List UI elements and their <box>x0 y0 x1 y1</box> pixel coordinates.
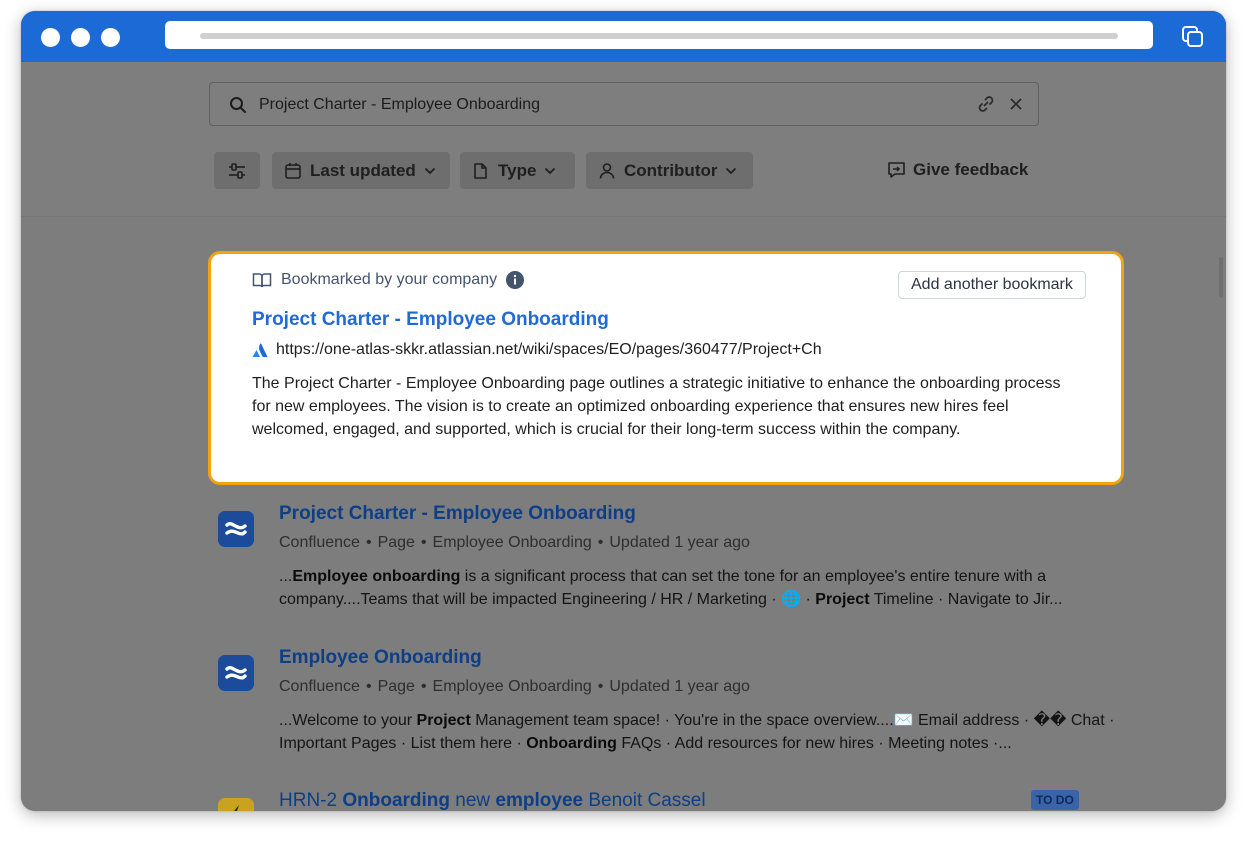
address-placeholder-bar <box>200 33 1118 39</box>
search-input[interactable]: Project Charter - Employee Onboarding <box>209 82 1039 126</box>
result-meta: Confluence • Page • Employee Onboarding • Upda… <box>279 534 750 551</box>
chevron-down-icon <box>545 167 556 174</box>
title-bar <box>21 11 1226 62</box>
bookmark-header-label: Bookmarked by your company <box>281 271 498 288</box>
search-icon <box>230 97 246 113</box>
search-header: Project Charter - Employee Onboarding La… <box>21 62 1226 217</box>
contributor-filter[interactable]: Contributor <box>586 152 753 189</box>
bookmark-url-text[interactable]: https://one-atlas-skkr.atlassian.net/wik… <box>276 341 822 359</box>
result-title-link[interactable]: HRN-2 Onboarding new employee Benoit Cas… <box>279 790 706 811</box>
bookmark-description: The Project Charter - Employee Onboardin… <box>252 375 1061 438</box>
bookmark-title-link[interactable]: Project Charter - Employee Onboarding <box>252 309 609 331</box>
add-another-bookmark-button[interactable]: Add another bookmark <box>898 271 1086 299</box>
result-snippet: ...Employee onboarding is a significant … <box>279 568 1063 608</box>
chevron-down-icon <box>726 167 737 174</box>
result-type: Page <box>377 678 415 695</box>
result-updated: Updated 1 year ago <box>609 534 750 551</box>
type-filter[interactable]: Type <box>460 152 575 189</box>
result-meta: Confluence • Page • Employee Onboarding • Upda… <box>279 678 750 695</box>
feedback-icon <box>888 162 905 178</box>
sliders-icon <box>229 162 245 179</box>
clear-icon[interactable] <box>1010 98 1022 110</box>
give-feedback-button[interactable]: Give feedback <box>887 160 1028 180</box>
filter-settings-button[interactable] <box>214 152 260 189</box>
result-title-link[interactable]: Project Charter - Employee Onboarding <box>279 503 636 525</box>
jira-icon <box>218 798 254 811</box>
search-query[interactable]: Project Charter - Employee Onboarding <box>259 96 540 114</box>
result-updated: Updated 1 year ago <box>609 678 750 695</box>
confluence-icon <box>218 655 254 691</box>
calendar-icon <box>285 162 301 179</box>
result-snippet: ...Welcome to your Project Management te… <box>279 712 1115 752</box>
atlassian-logo-icon <box>252 343 268 357</box>
address-bar[interactable] <box>165 21 1153 49</box>
result-space: Employee Onboarding <box>432 678 592 695</box>
type-label: Type <box>498 160 537 180</box>
window-minimize-dot[interactable] <box>71 28 90 47</box>
last-updated-label: Last updated <box>310 160 416 180</box>
browser-window: Project Charter - Employee Onboarding La… <box>21 11 1226 811</box>
person-icon <box>599 162 615 179</box>
result-title-link[interactable]: Employee Onboarding <box>279 647 482 669</box>
result-type: Page <box>377 534 415 551</box>
bookmark-url[interactable]: https://one-atlas-skkr.atlassian.net/wik… <box>252 341 822 359</box>
link-icon[interactable] <box>977 95 995 113</box>
window-maximize-dot[interactable] <box>101 28 120 47</box>
globe-icon: 🌐 <box>781 591 802 608</box>
search-page: Project Charter - Employee Onboarding La… <box>21 62 1226 811</box>
document-icon <box>474 162 487 179</box>
give-feedback-label: Give feedback <box>913 160 1029 179</box>
scrollbar-thumb[interactable] <box>1219 257 1223 297</box>
contributor-label: Contributor <box>624 160 718 180</box>
company-bookmark-card[interactable]: Bookmarked by your company Add another b… <box>208 251 1124 485</box>
last-updated-filter[interactable]: Last updated <box>272 152 450 189</box>
window-close-dot[interactable] <box>41 28 60 47</box>
result-product: Confluence <box>279 678 360 695</box>
result-product: Confluence <box>279 534 360 551</box>
chevron-down-icon <box>424 167 435 174</box>
status-badge: TO DO <box>1031 790 1079 810</box>
result-space: Employee Onboarding <box>432 534 592 551</box>
confluence-icon <box>218 511 254 547</box>
info-icon[interactable] <box>506 271 525 289</box>
copy-window-icon[interactable] <box>1180 24 1206 50</box>
open-book-icon <box>252 272 272 287</box>
bookmark-header: Bookmarked by your company <box>252 271 525 289</box>
